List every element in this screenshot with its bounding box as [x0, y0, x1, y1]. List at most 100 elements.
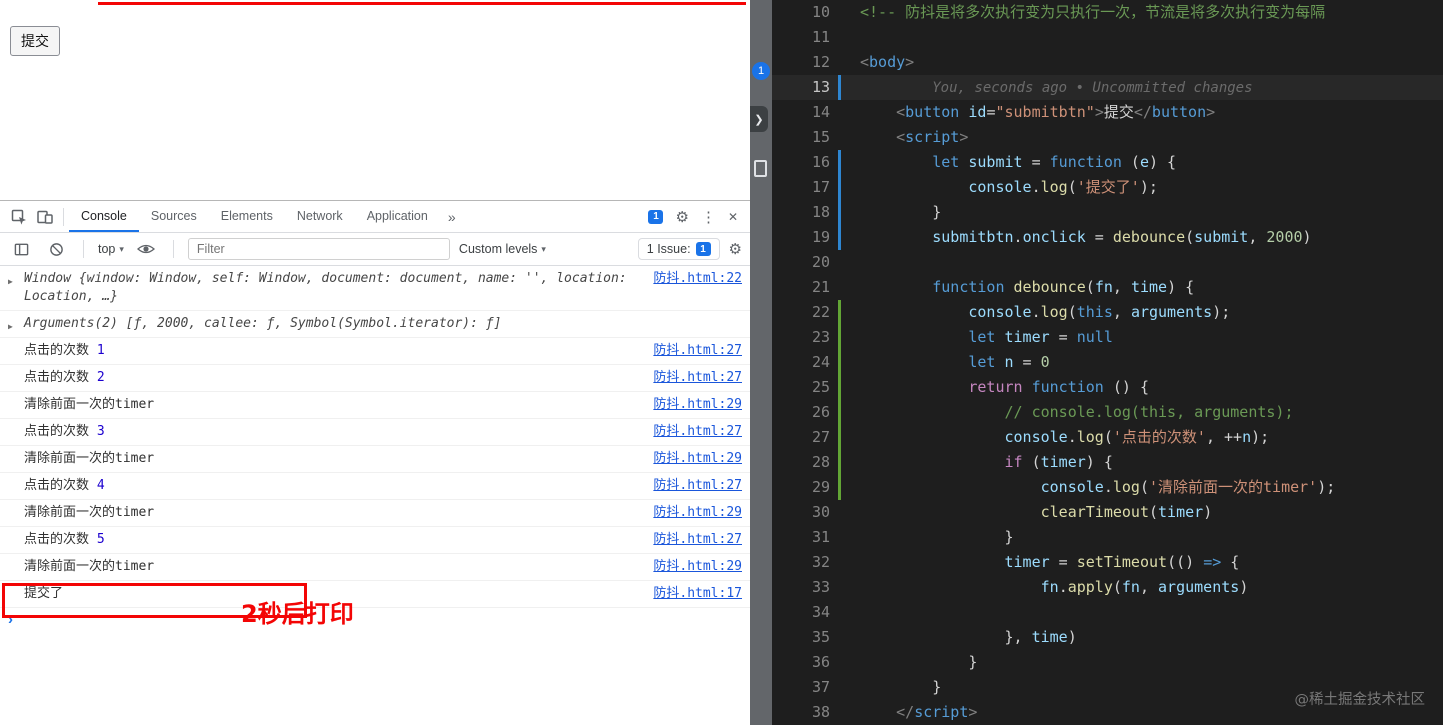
message-count: 2 — [96, 370, 105, 385]
source-link[interactable]: 防抖.html:27 — [653, 531, 742, 549]
line-number: 33 — [811, 578, 830, 596]
settings-gear-icon[interactable]: ⚙ — [675, 208, 688, 226]
eye-icon[interactable] — [133, 236, 159, 262]
message-text: 点击的次数 — [24, 370, 97, 385]
line-number: 31 — [811, 528, 830, 546]
context-selector-label: top — [98, 242, 116, 256]
more-tabs-icon[interactable]: » — [440, 209, 464, 225]
expand-arrow-icon[interactable]: ▶ — [8, 273, 13, 291]
submit-button[interactable]: 提交 — [10, 26, 60, 56]
source-link[interactable]: 防抖.html:22 — [653, 270, 742, 288]
line-number: 26 — [811, 403, 830, 421]
code-text: <body> — [860, 53, 915, 71]
message-count: 1 — [96, 343, 105, 358]
console-prompt[interactable]: › — [0, 608, 750, 632]
line-number: 16 — [811, 153, 830, 171]
line-number: 23 — [811, 328, 830, 346]
console-message: ▶ Arguments(2) [ƒ, 2000, callee: ƒ, Symbo… — [0, 311, 750, 338]
log-levels-label: Custom levels — [458, 242, 538, 256]
line-number: 15 — [811, 128, 830, 146]
source-link[interactable]: 防抖.html:27 — [653, 342, 742, 360]
source-link[interactable]: 防抖.html:29 — [653, 504, 742, 522]
console-message: 防抖.html:27 点击的次数 3 — [0, 419, 750, 446]
code-line: 13 You, seconds ago • Uncommitted change… — [772, 75, 1443, 100]
filter-input[interactable] — [187, 238, 450, 260]
device-toolbar-icon[interactable] — [32, 204, 58, 230]
devtools-tabbar: Console Sources Elements Network Application… — [0, 201, 750, 233]
line-number: 24 — [811, 353, 830, 371]
code-text: <!-- 防抖是将多次执行变为只执行一次，节流是将多次执行变为每隔 — [860, 3, 1326, 21]
log-levels-dropdown[interactable]: Custom levels ▾ — [459, 242, 546, 256]
tab-sources[interactable]: Sources — [139, 201, 209, 232]
line-number: 32 — [811, 553, 830, 571]
code-line: 23 let timer = null — [772, 325, 1443, 350]
message-text: Window {window: Window, self: Window, do… — [24, 271, 627, 304]
clear-console-icon[interactable] — [43, 236, 69, 262]
source-link[interactable]: 防抖.html:27 — [653, 423, 742, 441]
source-link[interactable]: 防抖.html:27 — [653, 477, 742, 495]
code-line: 29 console.log('清除前面一次的timer'); — [772, 475, 1443, 500]
code-text: You, seconds ago • Uncommitted changes — [932, 80, 1253, 96]
messages-badge-icon[interactable]: 1 — [648, 209, 664, 224]
vscode-editor: 10 <!-- 防抖是将多次执行变为只执行一次，节流是将多次执行变为每隔 11 12 <… — [772, 0, 1443, 725]
strip-notification-badge[interactable]: 1 — [752, 62, 770, 80]
strip-page-icon[interactable] — [754, 160, 767, 177]
source-link[interactable]: 防抖.html:29 — [653, 558, 742, 576]
code-line: 26 // console.log(this, arguments); — [772, 400, 1443, 425]
line-number: 17 — [811, 178, 830, 196]
code-text: let submit = function (e) { — [932, 153, 1177, 171]
code-line: 20 — [772, 250, 1443, 275]
devtools-tabs: Console Sources Elements Network Application — [69, 201, 440, 232]
line-number: 14 — [811, 103, 830, 121]
prompt-chevron-icon: › — [8, 611, 13, 628]
inspect-element-icon[interactable] — [6, 204, 32, 230]
gutter-change-mark — [838, 375, 841, 400]
line-number: 18 — [811, 203, 830, 221]
source-link[interactable]: 防抖.html:29 — [653, 450, 742, 468]
source-link[interactable]: 防抖.html:27 — [653, 369, 742, 387]
code-text: } — [860, 678, 942, 696]
more-options-icon[interactable]: ⋮ — [701, 208, 716, 226]
tab-console[interactable]: Console — [69, 201, 139, 232]
tab-network[interactable]: Network — [285, 201, 355, 232]
code-text: <button id="submitbtn">提交</button> — [896, 103, 1216, 121]
line-number: 21 — [811, 278, 830, 296]
close-icon[interactable]: ✕ — [728, 210, 738, 224]
code-line: 31 } — [772, 525, 1443, 550]
code-text: clearTimeout(timer) — [1040, 503, 1213, 521]
divider — [63, 207, 64, 226]
console-sidebar-icon[interactable] — [8, 236, 34, 262]
tab-application[interactable]: Application — [355, 201, 440, 232]
code-text: fn.apply(fn, arguments) — [1040, 578, 1249, 596]
source-link[interactable]: 防抖.html:17 — [653, 585, 742, 603]
line-number: 13 — [811, 78, 830, 96]
code-line: 12 <body> — [772, 50, 1443, 75]
message-count: 3 — [96, 424, 105, 439]
context-selector[interactable]: top ▾ — [98, 242, 124, 256]
line-number: 19 — [811, 228, 830, 246]
code-text: let timer = null — [968, 328, 1113, 346]
gutter-change-mark — [838, 175, 841, 200]
watermark: @稀土掘金技术社区 — [1294, 692, 1426, 708]
line-number: 34 — [811, 603, 830, 621]
message-count: 4 — [96, 478, 105, 493]
code-text: function debounce(fn, time) { — [932, 278, 1195, 296]
code-line: 24 let n = 0 — [772, 350, 1443, 375]
expand-arrow-icon[interactable]: ▶ — [8, 318, 13, 336]
code-line: 15 <script> — [772, 125, 1443, 150]
code-text: }, time) — [860, 628, 1077, 646]
code-line: 10 <!-- 防抖是将多次执行变为只执行一次，节流是将多次执行变为每隔 — [772, 0, 1443, 25]
line-number: 10 — [811, 3, 830, 21]
source-link[interactable]: 防抖.html:29 — [653, 396, 742, 414]
console-message: 防抖.html:29 清除前面一次的timer — [0, 446, 750, 473]
console-message: 防抖.html:29 清除前面一次的timer — [0, 554, 750, 581]
issues-label: 1 Issue: — [646, 242, 691, 256]
tab-elements[interactable]: Elements — [209, 201, 285, 232]
code-line: 21 function debounce(fn, time) { — [772, 275, 1443, 300]
line-number: 29 — [811, 478, 830, 496]
code-text: } — [860, 653, 978, 671]
issues-button[interactable]: 1 Issue: 1 — [637, 238, 720, 260]
message-text: 点击的次数 — [24, 343, 97, 358]
console-settings-gear-icon[interactable]: ⚙ — [729, 240, 742, 258]
strip-expand-chevron-icon[interactable]: ❯ — [750, 106, 768, 132]
